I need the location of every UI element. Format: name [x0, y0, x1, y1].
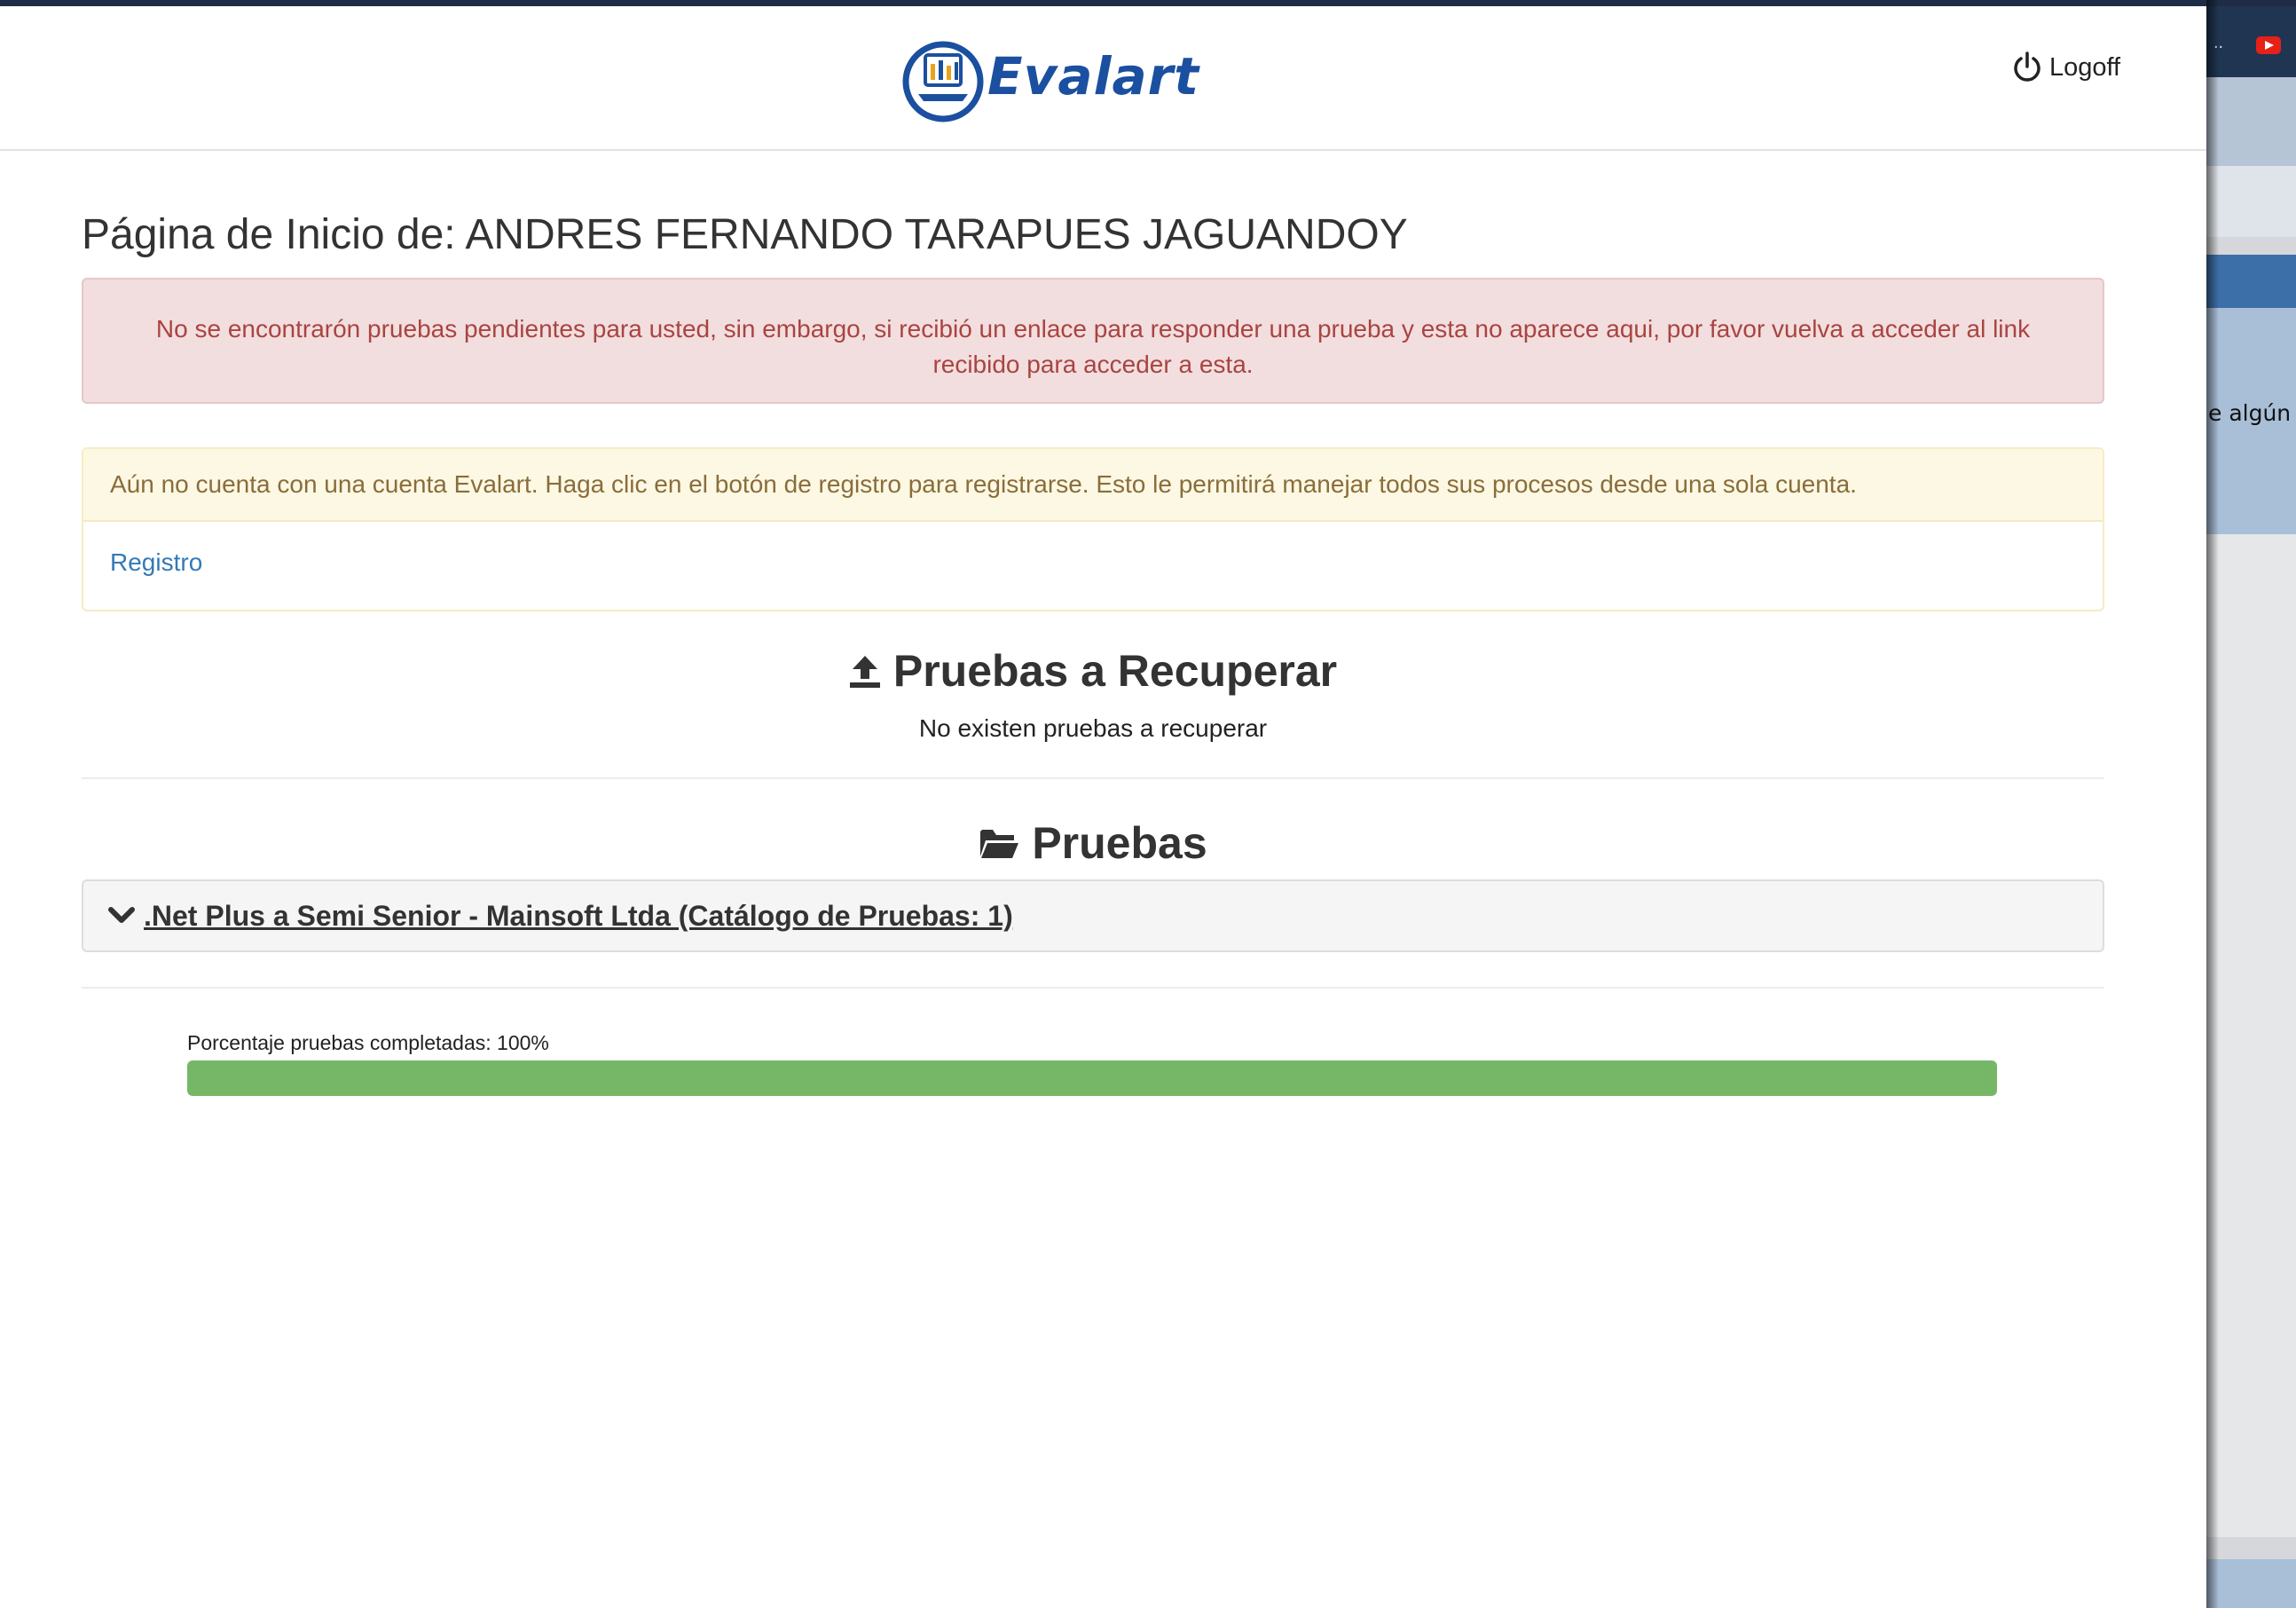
register-panel-heading: Aún no cuenta con una cuenta Evalart. Ha… — [83, 449, 2103, 522]
register-panel-body: Registro — [83, 522, 2103, 577]
background-band — [2206, 1559, 2296, 1608]
register-panel: Aún no cuenta con una cuenta Evalart. Ha… — [82, 447, 2104, 611]
recover-empty-text: No existen pruebas a recuperar — [918, 714, 1268, 742]
section-divider — [82, 777, 2104, 779]
page-header: Evalart Logoff — [0, 6, 2206, 151]
background-band — [2206, 166, 2296, 237]
folder-open-icon — [980, 830, 1019, 858]
recover-title-text: Pruebas a Recuperar — [892, 646, 1338, 696]
progress-bar-fill — [187, 1060, 1997, 1096]
background-band — [2206, 534, 2296, 1537]
evalart-page: Evalart Logoff Página de Inicio de: ANDR… — [0, 6, 2206, 1608]
recover-section-title: Pruebas a Recuperar — [82, 645, 2104, 697]
background-band — [2206, 77, 2296, 166]
tests-title-text: Pruebas — [1032, 818, 1207, 868]
test-group-accordion[interactable]: .Net Plus a Semi Senior - Mainsoft Ltda … — [82, 879, 2104, 952]
top-window-bar — [0, 0, 2296, 6]
window-edge-shadow — [2206, 0, 2219, 1608]
page-title: Página de Inicio de: ANDRES FERNANDO TAR… — [82, 211, 1408, 258]
youtube-icon — [2256, 36, 2281, 54]
background-partial-text: e algún — [2208, 400, 2292, 426]
test-group-label[interactable]: .Net Plus a Semi Senior - Mainsoft Ltda … — [144, 900, 1013, 933]
background-window: .. e algún — [2206, 6, 2296, 1608]
progress-bar — [187, 1060, 1997, 1096]
power-icon — [2014, 51, 2040, 82]
chevron-down-icon — [108, 907, 135, 923]
register-link[interactable]: Registro — [110, 548, 202, 576]
alert-danger-text: No se encontrarón pruebas pendientes par… — [155, 315, 2031, 378]
logoff-button[interactable]: Logoff — [2012, 45, 2120, 90]
upload-icon — [849, 656, 880, 688]
background-band — [2206, 255, 2296, 308]
no-pending-tests-alert: No se encontrarón pruebas pendientes par… — [82, 278, 2104, 404]
tests-section-title: Pruebas — [82, 817, 2104, 869]
background-tab-bar: .. — [2206, 6, 2296, 77]
logoff-label: Logoff — [2049, 52, 2121, 82]
section-divider — [82, 987, 2104, 989]
progress-label: Porcentaje pruebas completadas: 100% — [187, 1031, 549, 1054]
evalart-logo[interactable]: Evalart — [900, 35, 1229, 126]
register-panel-text: Aún no cuenta con una cuenta Evalart. Ha… — [110, 470, 1857, 498]
logo-text: Evalart — [987, 46, 1199, 106]
logo-emblem-icon — [902, 41, 984, 122]
